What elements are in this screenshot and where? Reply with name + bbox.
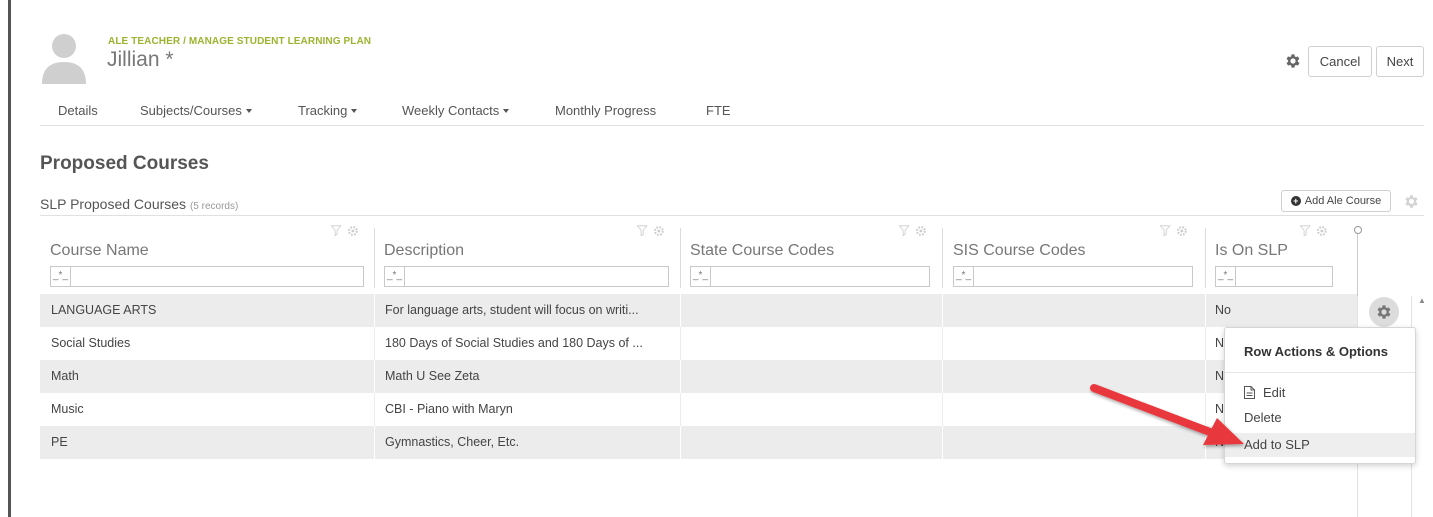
table-row[interactable]: PE Gymnastics, Cheer, Etc. N bbox=[40, 426, 1357, 459]
row-actions-menu: Row Actions & Options Edit Delete Add to… bbox=[1224, 327, 1416, 464]
grid-title: SLP Proposed Courses (5 records) bbox=[40, 196, 239, 212]
filter-description-input[interactable] bbox=[406, 267, 668, 286]
breadcrumb: ALE TEACHER / MANAGE STUDENT LEARNING PL… bbox=[108, 36, 372, 47]
gear-icon bbox=[1377, 305, 1391, 319]
filter-icon[interactable] bbox=[1297, 225, 1333, 237]
menu-item-edit[interactable]: Edit bbox=[1225, 381, 1415, 405]
nav-tab-weekly-contacts[interactable]: Weekly Contacts bbox=[402, 103, 510, 118]
plus-circle-icon: + bbox=[1290, 196, 1301, 206]
filter-course-name-input[interactable] bbox=[72, 267, 362, 286]
column-header-course-name[interactable]: Course Name _*_ bbox=[50, 223, 364, 293]
filter-is-on-slp[interactable]: _*_ bbox=[1215, 266, 1333, 287]
student-name: Jillian * bbox=[107, 48, 174, 71]
menu-item-add-to-slp[interactable]: Add to SLP bbox=[1225, 433, 1415, 457]
row-actions-menu-title: Row Actions & Options bbox=[1244, 344, 1388, 359]
grid-settings-gear-icon[interactable] bbox=[1403, 193, 1420, 210]
column-separator bbox=[1205, 228, 1206, 288]
menu-item-delete[interactable]: Delete bbox=[1225, 406, 1415, 430]
nav-tab-monthly-progress[interactable]: Monthly Progress bbox=[555, 103, 656, 118]
column-separator bbox=[374, 228, 375, 288]
section-nav: Details Subjects/Courses Tracking Weekly… bbox=[40, 96, 1424, 126]
filter-icon[interactable] bbox=[896, 225, 932, 237]
row-actions-gear-button[interactable] bbox=[1369, 297, 1399, 327]
caret-down-icon bbox=[351, 109, 358, 113]
column-resize-line bbox=[1357, 234, 1358, 296]
next-button[interactable]: Next bbox=[1376, 46, 1424, 77]
document-edit-icon bbox=[1244, 386, 1255, 399]
left-border-rule bbox=[8, 0, 11, 517]
filter-state-course-codes-input[interactable] bbox=[712, 267, 929, 286]
avatar-icon bbox=[42, 34, 86, 84]
column-resize-handle[interactable] bbox=[1354, 226, 1362, 234]
column-header-sis-course-codes[interactable]: SIS Course Codes _*_ bbox=[953, 223, 1199, 293]
page-title: Proposed Courses bbox=[40, 153, 209, 174]
caret-down-icon bbox=[245, 109, 252, 113]
nav-tab-details[interactable]: Details bbox=[58, 103, 98, 118]
filter-icon[interactable] bbox=[328, 225, 364, 237]
menu-divider bbox=[1225, 372, 1415, 373]
filter-description[interactable]: _*_ bbox=[384, 266, 669, 287]
settings-gear-icon[interactable] bbox=[1284, 52, 1302, 70]
filter-icon[interactable] bbox=[634, 225, 670, 237]
grid-header-rule bbox=[40, 215, 1424, 216]
table-row[interactable]: Math Math U See Zeta N bbox=[40, 360, 1357, 393]
record-count: (5 records) bbox=[189, 201, 239, 212]
table-row[interactable]: Social Studies 180 Days of Social Studie… bbox=[40, 327, 1357, 360]
filter-sis-course-codes-input[interactable] bbox=[975, 267, 1192, 286]
table-row[interactable]: LANGUAGE ARTS For language arts, student… bbox=[40, 294, 1357, 327]
add-ale-course-button[interactable]: + Add Ale Course bbox=[1281, 190, 1391, 212]
column-header-state-course-codes[interactable]: State Course Codes _*_ bbox=[690, 223, 936, 293]
caret-down-icon bbox=[503, 109, 510, 113]
nav-tab-subjects-courses[interactable]: Subjects/Courses bbox=[140, 103, 252, 118]
cancel-button[interactable]: Cancel bbox=[1308, 46, 1372, 77]
filter-course-name[interactable]: _*_ bbox=[50, 266, 364, 287]
filter-sis-course-codes[interactable]: _*_ bbox=[953, 266, 1193, 287]
column-separator bbox=[942, 228, 943, 288]
filter-is-on-slp-input[interactable] bbox=[1237, 267, 1332, 286]
nav-tab-tracking[interactable]: Tracking bbox=[298, 103, 358, 118]
scroll-up-arrow-icon[interactable]: ▲ bbox=[1418, 296, 1426, 305]
column-separator bbox=[680, 228, 681, 288]
table-row[interactable]: Music CBI - Piano with Maryn N bbox=[40, 393, 1357, 426]
column-header-description[interactable]: Description _*_ bbox=[384, 223, 670, 293]
nav-tab-fte[interactable]: FTE bbox=[706, 103, 731, 118]
column-header-is-on-slp[interactable]: Is On SLP _*_ bbox=[1215, 223, 1347, 293]
filter-icon[interactable] bbox=[1157, 225, 1193, 237]
filter-state-course-codes[interactable]: _*_ bbox=[690, 266, 930, 287]
